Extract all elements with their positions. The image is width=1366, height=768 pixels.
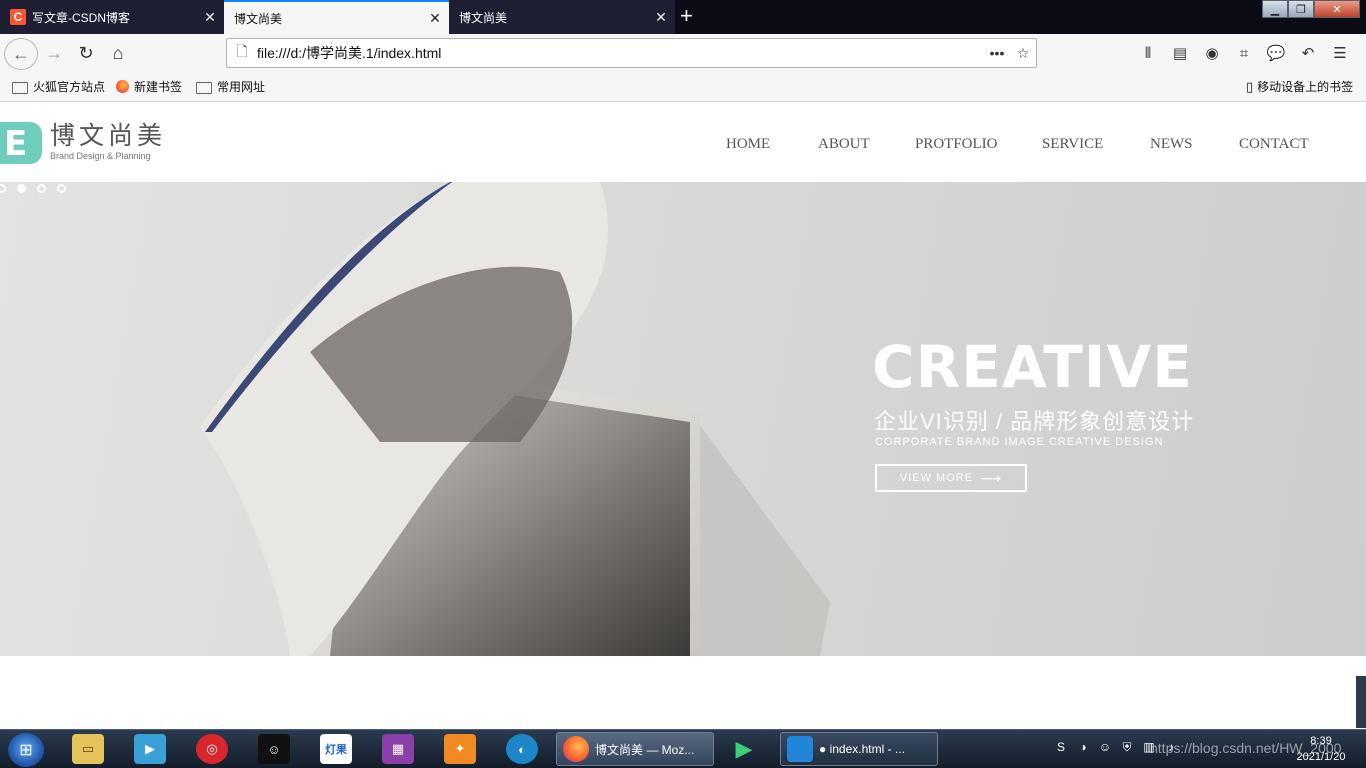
banner-subtitle-cn: 企业VI识别 / 品牌形象创意设计	[874, 409, 1195, 434]
nav-about[interactable]: ABOUT	[818, 136, 870, 153]
csdn-favicon-icon: C	[10, 9, 26, 25]
video-app-icon[interactable]: ▶	[728, 734, 760, 764]
nav-toolbar: ← → ↻ ⌂ 🗋 file:///d:/博学尚美.1/index.html •…	[0, 34, 1366, 72]
page-actions-icon[interactable]: •••	[984, 45, 1010, 61]
slide-dot[interactable]	[37, 184, 46, 193]
mobile-icon: ▯	[1246, 78, 1254, 94]
task-label: ● index.html - ...	[819, 742, 905, 756]
menu-icon[interactable]: ☰	[1324, 38, 1356, 68]
mobile-bookmarks[interactable]: ▯ 移动设备上的书签	[1246, 78, 1353, 95]
arrow-right-icon: ⟶	[981, 469, 1003, 486]
nav-contact[interactable]: CONTACT	[1239, 136, 1309, 153]
tab-third[interactable]: 博文尚美 ✕	[449, 0, 675, 34]
forward-button[interactable]: →	[40, 37, 68, 69]
task-vscode[interactable]: ● index.html - ...	[780, 732, 938, 766]
back-button[interactable]: ←	[4, 38, 38, 70]
slide-dot[interactable]	[0, 184, 6, 193]
qq-tray-icon[interactable]: ☺	[1094, 736, 1116, 758]
shield-icon[interactable]: ⛨	[1116, 736, 1138, 758]
view-more-button[interactable]: VIEW MORE ⟶	[875, 464, 1027, 492]
tab-strip: C 写文章-CSDN博客 ✕ 博文尚美 ✕ 博文尚美 ✕ + ▁ ❐ ✕	[0, 0, 1366, 34]
account-icon[interactable]: ◉	[1196, 38, 1228, 68]
firefox-icon	[116, 80, 129, 93]
media-player-icon[interactable]: ▶	[134, 734, 166, 764]
clock-time: 8:39	[1310, 735, 1332, 747]
reload-button[interactable]: ↻	[72, 37, 100, 69]
nav-service[interactable]: SERVICE	[1042, 136, 1103, 153]
folder-icon	[196, 81, 212, 94]
home-button[interactable]: ⌂	[104, 37, 132, 69]
toolbar-right: ⫴ ▤ ◉ ⌗ 💬 ↶ ☰	[1132, 38, 1356, 68]
screenshot-icon[interactable]: ⌗	[1228, 38, 1260, 68]
task-firefox[interactable]: 博文尚美 — Moz...	[556, 732, 714, 766]
nav-home[interactable]: HOME	[726, 136, 770, 153]
network-app-icon[interactable]: ◐	[506, 734, 538, 764]
tab-label: 写文章-CSDN博客	[32, 10, 130, 25]
url-text[interactable]: file:///d:/博学尚美.1/index.html	[257, 43, 984, 63]
slide-dot[interactable]	[57, 184, 66, 193]
library-icon[interactable]: ⫴	[1132, 38, 1164, 68]
hero-banner: CREATIVE 企业VI识别 / 品牌形象创意设计 CORPORATE BRA…	[0, 182, 1366, 656]
vscode-icon	[787, 736, 813, 762]
close-tab-icon[interactable]: ✕	[196, 9, 224, 26]
taskbar: ⊞ ▭ ▶ ◎ ☺ 灯果 ▦ ✦ ◐ 博文尚美 — Moz... ▶ ● ind…	[0, 729, 1366, 768]
nav-portfolio[interactable]: PROTFOLIO	[915, 136, 998, 153]
main-nav: HOME ABOUT PROTFOLIO SERVICE NEWS CONTAC…	[0, 136, 1366, 156]
tab-label: 博文尚美	[459, 10, 508, 25]
slider-dots	[0, 184, 77, 193]
banner-title: CREATIVE	[872, 333, 1193, 401]
window-controls: ▁ ❐ ✕	[1262, 0, 1360, 20]
address-bar[interactable]: 🗋 file:///d:/博学尚美.1/index.html ••• ☆	[226, 38, 1037, 68]
slide-dot-active[interactable]	[17, 184, 26, 193]
web-page: E 博文尚美 Brand Design & Planning HOME ABOU…	[0, 102, 1366, 729]
tab-csdn[interactable]: C 写文章-CSDN博客 ✕	[0, 0, 224, 34]
bookmark-folder[interactable]: 火狐官方站点	[12, 78, 105, 95]
bookmark-label: 常用网址	[217, 80, 266, 94]
page-icon: 🗋	[236, 43, 248, 59]
sidebar-icon[interactable]: ▤	[1164, 38, 1196, 68]
dengguo-icon[interactable]: 灯果	[320, 734, 352, 764]
banner-subtitle-en: CORPORATE BRAND IMAGE CREATIVE DESIGN	[875, 436, 1164, 448]
bookmark-label: 新建书签	[134, 80, 183, 94]
firefox-icon	[563, 736, 589, 762]
bookmark-label: 火狐官方站点	[33, 80, 106, 94]
app-icon[interactable]: ✦	[444, 734, 476, 764]
netease-music-icon[interactable]: ◎	[196, 734, 228, 764]
dengguo-label: 灯果	[325, 744, 347, 756]
bookmark-item[interactable]: 新建书签	[116, 78, 182, 95]
bookmarks-bar: 火狐官方站点 新建书签 常用网址 ▯ 移动设备上的书签	[0, 72, 1366, 102]
scrollbar[interactable]	[1356, 676, 1366, 728]
close-tab-icon[interactable]: ✕	[421, 10, 449, 27]
qq-icon[interactable]: ☺	[258, 734, 290, 764]
task-label: 博文尚美 — Moz...	[595, 742, 695, 757]
tab-label: 博文尚美	[234, 11, 283, 26]
folder-icon	[12, 81, 28, 94]
maximize-button[interactable]: ❐	[1288, 0, 1314, 18]
ime-icon[interactable]: ◑	[1072, 736, 1094, 758]
chat-icon[interactable]: 💬	[1260, 38, 1292, 68]
close-tab-icon[interactable]: ✕	[647, 9, 675, 26]
bookmark-folder[interactable]: 常用网址	[196, 78, 265, 95]
bookmark-star-icon[interactable]: ☆	[1010, 45, 1036, 62]
sogou-icon[interactable]: S	[1050, 736, 1072, 758]
tab-active[interactable]: 博文尚美 ✕	[224, 0, 449, 34]
explorer-icon[interactable]: ▭	[72, 734, 104, 764]
nav-news[interactable]: NEWS	[1150, 136, 1193, 153]
undo-icon[interactable]: ↶	[1292, 38, 1324, 68]
start-button[interactable]: ⊞	[8, 733, 44, 767]
minimize-button[interactable]: ▁	[1262, 0, 1288, 18]
clock-date: 2021/1/20	[1296, 751, 1346, 763]
close-window-button[interactable]: ✕	[1314, 0, 1360, 18]
clock[interactable]: 8:39 2021/1/20	[1286, 733, 1356, 765]
view-more-label: VIEW MORE	[899, 472, 974, 484]
new-tab-button[interactable]: +	[680, 4, 693, 28]
bookmark-label: 移动设备上的书签	[1257, 80, 1354, 94]
winrar-icon[interactable]: ▦	[382, 734, 414, 764]
